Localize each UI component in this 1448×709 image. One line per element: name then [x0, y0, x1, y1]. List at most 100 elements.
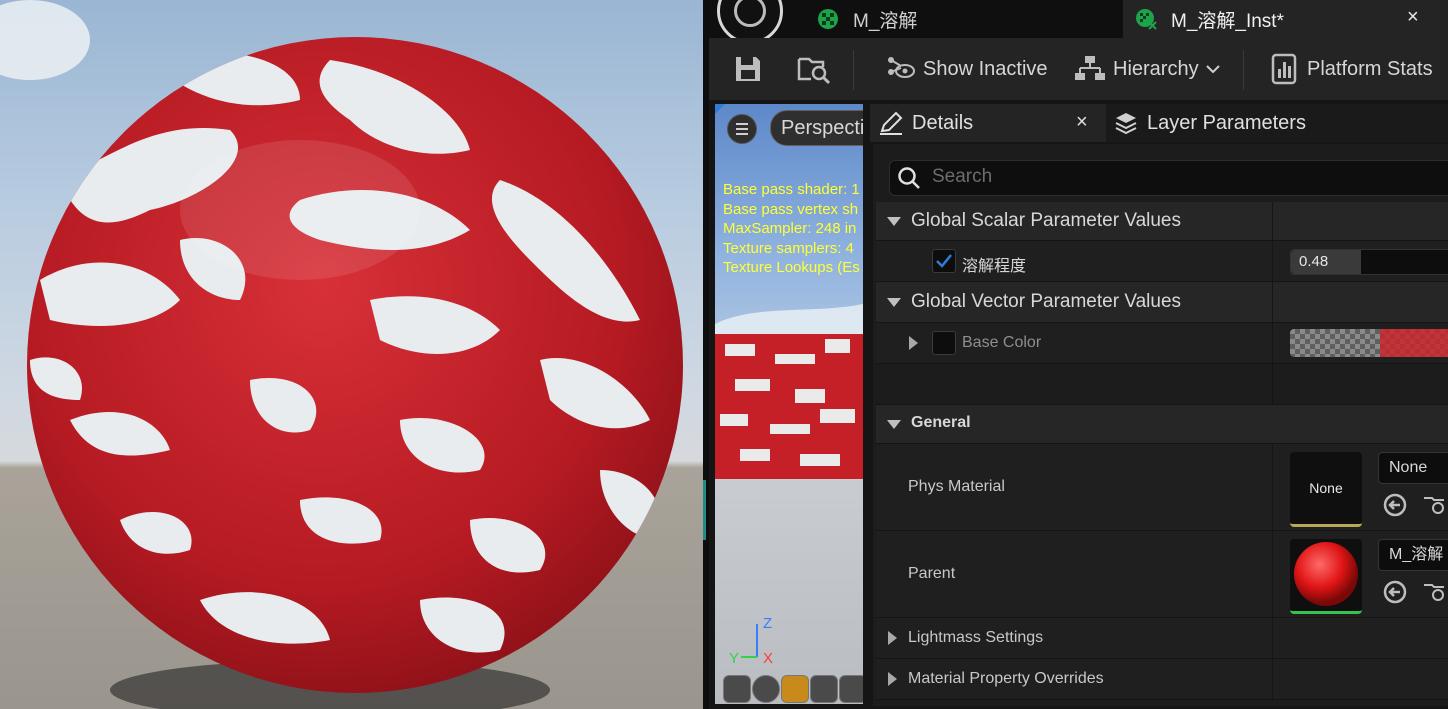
layer-tab-label: Layer Parameters	[1147, 111, 1306, 134]
param-enable-checkbox[interactable]	[932, 249, 956, 273]
red-sphere-preview	[1294, 542, 1358, 606]
parent-thumbnail[interactable]	[1290, 539, 1362, 614]
use-selected-icon[interactable]	[1382, 579, 1408, 605]
phys-material-dropdown[interactable]: None	[1378, 452, 1448, 484]
stats-line: Base pass vertex sh	[723, 200, 859, 218]
axis-gizmo: Z Y X	[729, 615, 773, 667]
platform-stats-label: Platform Stats	[1307, 57, 1433, 80]
details-body: Search Global Scalar Parameter Values 溶解…	[873, 144, 1448, 706]
parent-row: Parent M_溶解	[876, 531, 1448, 618]
tab-label: M_溶解_Inst*	[1171, 10, 1284, 32]
close-tab-icon[interactable]: ×	[1407, 6, 1419, 29]
save-icon	[736, 57, 760, 81]
search-icon	[898, 167, 920, 189]
phys-material-thumbnail[interactable]: None	[1290, 452, 1362, 527]
hierarchy-icon	[1075, 56, 1105, 80]
details-panel: Details × Layer Parameters Search Global…	[870, 104, 1448, 709]
material-instance-editor: M_溶解 M_溶解_Inst* × Show Inactive Hierarch…	[709, 0, 1448, 709]
cube-shape-icon[interactable]	[810, 675, 838, 703]
browse-button[interactable]	[797, 38, 831, 100]
scalar-section-header[interactable]: Global Scalar Parameter Values	[876, 202, 1448, 241]
document-tab-bar: M_溶解 M_溶解_Inst* ×	[709, 0, 1448, 44]
perspective-label: Perspective	[781, 117, 863, 139]
parent-dropdown[interactable]: M_溶解	[1378, 539, 1448, 571]
stats-line: Texture Lookups (Es	[723, 259, 860, 277]
show-inactive-label: Show Inactive	[923, 57, 1048, 80]
cylinder-shape-icon[interactable]	[723, 675, 751, 703]
stats-line: MaxSampler: 248 in	[723, 220, 857, 238]
search-input[interactable]: Search	[889, 160, 1448, 196]
mini-preview-plane	[715, 304, 863, 479]
material-sphere	[27, 37, 683, 693]
vector-section-header[interactable]: Global Vector Parameter Values	[876, 282, 1448, 323]
stats-line: Base pass shader: 1	[723, 181, 860, 198]
scalar-value-slider[interactable]: 0.48	[1290, 249, 1448, 275]
save-button[interactable]	[733, 38, 763, 100]
sphere-shape-icon[interactable]	[752, 675, 780, 703]
preview-viewport[interactable]	[0, 0, 706, 709]
collapse-arrow-icon[interactable]	[887, 420, 901, 429]
viewport-menu-button[interactable]	[727, 114, 757, 144]
color-swatch-fill	[1380, 329, 1448, 357]
lightmass-label: Lightmass Settings	[908, 629, 1044, 646]
close-details-icon[interactable]: ×	[1076, 111, 1088, 134]
phys-material-row: Phys Material None None	[876, 444, 1448, 531]
scalar-param-row: 溶解程度 0.48	[876, 241, 1448, 282]
details-tab-label: Details	[912, 111, 974, 134]
scalar-value: 0.48	[1299, 253, 1329, 270]
use-selected-icon[interactable]	[1382, 492, 1408, 518]
platform-stats-icon	[1271, 53, 1297, 85]
plane-shape-icon[interactable]	[781, 675, 809, 703]
phys-material-value: None	[1389, 459, 1428, 476]
overrides-label: Material Property Overrides	[908, 670, 1104, 687]
collapse-arrow-icon[interactable]	[887, 217, 901, 226]
mesh-shape-icon[interactable]	[839, 675, 863, 703]
details-tab-bar: Details × Layer Parameters	[870, 104, 1448, 142]
tab-layer-parameters[interactable]: Layer Parameters	[1113, 104, 1306, 142]
tab-details[interactable]: Details ×	[870, 104, 1106, 142]
expand-arrow-icon[interactable]	[888, 631, 897, 645]
lightmass-row[interactable]: Lightmass Settings	[876, 618, 1448, 659]
scalar-section-title: Global Scalar Parameter Values	[911, 210, 1181, 231]
shader-stats: Base pass shader: 1 Base pass vertex sh …	[723, 180, 860, 278]
hierarchy-button[interactable]: Hierarchy	[1075, 38, 1221, 100]
axis-y: Y	[729, 650, 739, 667]
collapse-arrow-icon[interactable]	[887, 298, 901, 307]
tab-material[interactable]: M_溶解	[817, 0, 1117, 38]
editor-viewport[interactable]: Perspective Base pass shader: 1 Base pas…	[715, 104, 863, 704]
param-enable-checkbox[interactable]	[932, 331, 956, 355]
color-swatch[interactable]	[1290, 329, 1448, 357]
phys-material-label: Phys Material	[908, 478, 1005, 495]
tab-material-instance[interactable]: M_溶解_Inst* ×	[1123, 0, 1448, 38]
preview-shape-bar	[723, 675, 863, 703]
overrides-row[interactable]: Material Property Overrides	[876, 659, 1448, 700]
show-inactive-button[interactable]: Show Inactive	[885, 38, 1048, 100]
platform-stats-button[interactable]: Platform Stats	[1271, 38, 1433, 100]
tab-label: M_溶解	[853, 10, 918, 32]
layers-icon	[1115, 113, 1137, 135]
general-section-header[interactable]: General	[876, 405, 1448, 444]
material-instance-icon	[1136, 9, 1157, 30]
vector-param-row: Base Color	[876, 323, 1448, 364]
expand-arrow-icon[interactable]	[909, 336, 918, 350]
parent-label: Parent	[908, 565, 956, 582]
browse-asset-icon[interactable]	[1422, 492, 1448, 518]
search-placeholder: Search	[932, 166, 993, 187]
spacer-row	[876, 364, 1448, 405]
chevron-down-icon	[1205, 65, 1220, 74]
browse-asset-icon[interactable]	[1422, 579, 1448, 605]
node-inactive-icon	[888, 57, 915, 78]
checkmark-icon	[936, 254, 952, 268]
thumbnail-none-label: None	[1309, 480, 1343, 496]
perspective-dropdown[interactable]: Perspective	[770, 110, 863, 146]
stats-line: Texture samplers: 4	[723, 239, 854, 257]
browse-folder-icon	[797, 57, 831, 85]
hamburger-icon	[736, 123, 748, 135]
scalar-param-name: 溶解程度	[962, 258, 1027, 275]
material-icon	[818, 9, 838, 29]
vector-param-name: Base Color	[962, 334, 1042, 351]
axis-z: Z	[763, 615, 772, 632]
general-section-title: General	[911, 414, 971, 431]
expand-arrow-icon[interactable]	[888, 672, 897, 686]
pencil-icon	[880, 111, 903, 135]
